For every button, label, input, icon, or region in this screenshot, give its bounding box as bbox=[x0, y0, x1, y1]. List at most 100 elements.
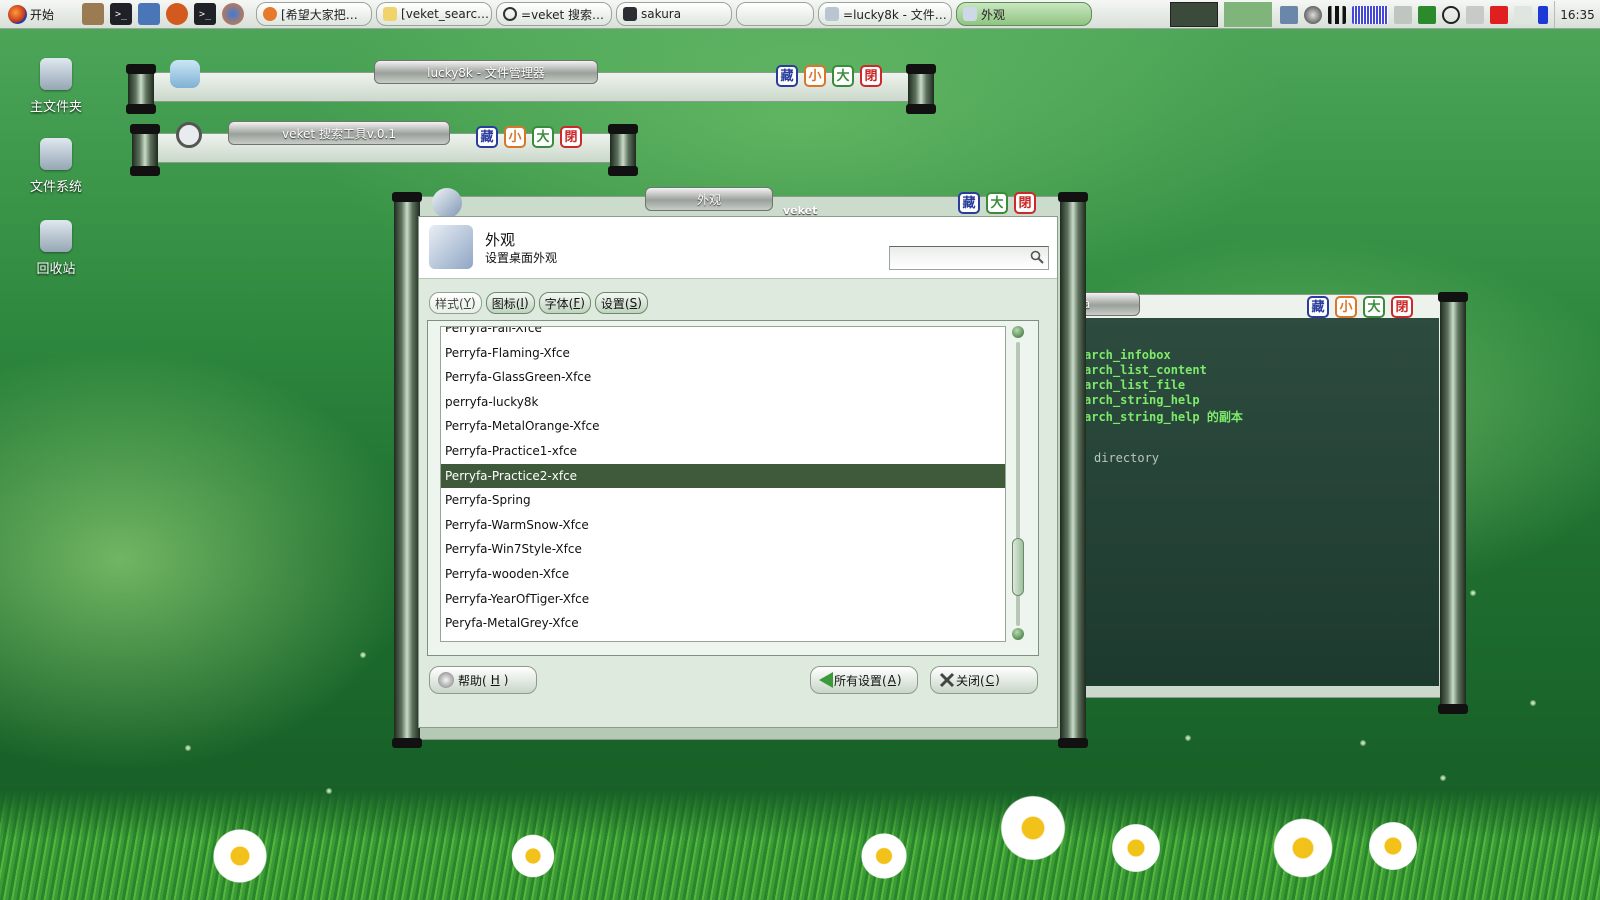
button-mnemonic: C bbox=[985, 673, 995, 687]
minimize-button[interactable]: 小 bbox=[504, 126, 526, 148]
shade-button[interactable]: 藏 bbox=[1307, 296, 1329, 318]
all-settings-button[interactable]: 所有设置(A) bbox=[810, 666, 918, 694]
button-mnemonic: A bbox=[887, 673, 896, 687]
task-untitled[interactable] bbox=[736, 2, 815, 26]
shade-button[interactable]: 藏 bbox=[776, 65, 798, 87]
flash-icon[interactable] bbox=[1490, 5, 1508, 24]
firefox-icon bbox=[263, 7, 278, 21]
task-forum-post[interactable]: [希望大家把… bbox=[256, 2, 373, 26]
sparkle bbox=[1440, 775, 1446, 781]
start-label: 开始 bbox=[30, 7, 55, 22]
theme-list-scrollbar[interactable] bbox=[1010, 326, 1026, 642]
maximize-button[interactable]: 大 bbox=[832, 65, 854, 87]
desktop-icon-filesystem[interactable]: 文件系统 bbox=[16, 138, 96, 195]
minimize-button[interactable]: 小 bbox=[804, 65, 826, 87]
terminal-output[interactable]: arch_infobox arch_list_content arch_list… bbox=[1084, 318, 1439, 686]
theme-list-item[interactable]: Peryfa-MetalGrey-Xfce bbox=[441, 611, 1005, 636]
start-button[interactable]: 开始 bbox=[2, 2, 60, 27]
keyboard-icon[interactable] bbox=[1394, 5, 1412, 24]
terminal-line: arch_string_help 的副本 bbox=[1084, 410, 1243, 424]
theme-list-item[interactable]: Perryfa-Flaming-Xfce bbox=[441, 341, 1005, 366]
screenshot-icon[interactable] bbox=[1280, 5, 1298, 24]
desktop-icon-home[interactable]: 主文件夹 bbox=[16, 58, 96, 115]
window-roller[interactable] bbox=[608, 124, 638, 176]
tab-settings[interactable]: 设置(S) bbox=[594, 292, 648, 314]
shade-button[interactable]: 藏 bbox=[476, 126, 498, 148]
theme-list-item[interactable]: Perryfa-MetalOrange-Xfce bbox=[441, 414, 1005, 439]
window-roller[interactable] bbox=[126, 64, 156, 114]
window-title[interactable]: veket 搜索工具v.0.1 bbox=[228, 121, 450, 145]
theme-list-item[interactable]: Perryfa-GlassGreen-Xfce bbox=[441, 365, 1005, 390]
theme-list-item[interactable]: perryfa-lucky8k bbox=[441, 390, 1005, 415]
close-button[interactable]: 閉 bbox=[860, 65, 882, 87]
settings-icon[interactable] bbox=[138, 3, 161, 25]
clock[interactable]: 16:35 bbox=[1554, 1, 1600, 28]
terminal-icon[interactable]: >_ bbox=[110, 3, 133, 25]
window-title[interactable]: 外观 bbox=[645, 187, 773, 211]
window-roller[interactable] bbox=[1438, 292, 1468, 714]
scroll-thumb[interactable] bbox=[1012, 538, 1024, 596]
network-signal-icon[interactable] bbox=[1328, 5, 1346, 24]
terminal-icon[interactable]: >_ bbox=[194, 3, 217, 25]
task-sakura[interactable]: sakura bbox=[616, 2, 733, 26]
sparkle bbox=[185, 745, 191, 751]
task-appearance[interactable]: 外观 bbox=[956, 2, 1093, 26]
tab-label: 样式( bbox=[435, 296, 464, 311]
theme-list-item[interactable]: Perryfa-Spring bbox=[441, 488, 1005, 513]
bluetooth-icon[interactable] bbox=[1538, 5, 1548, 24]
shade-button[interactable]: 藏 bbox=[958, 192, 980, 214]
theme-list-item[interactable]: Perryfa-YearOfTiger-Xfce bbox=[441, 587, 1005, 612]
maximize-button[interactable]: 大 bbox=[1363, 296, 1385, 318]
task-file-manager[interactable]: =lucky8k - 文件… bbox=[818, 2, 953, 26]
search-field[interactable] bbox=[889, 246, 1049, 270]
help-button[interactable]: 帮助(H) bbox=[429, 666, 537, 694]
maximize-button[interactable]: 大 bbox=[532, 126, 554, 148]
tab-icons[interactable]: 图标(I) bbox=[485, 292, 535, 314]
brush-icon[interactable] bbox=[82, 3, 105, 25]
desktop-icon-trash[interactable]: 回收站 bbox=[16, 220, 96, 277]
disc-icon[interactable] bbox=[1304, 5, 1322, 24]
volume-icon[interactable] bbox=[1514, 5, 1532, 24]
theme-list-item[interactable]: Redmond bbox=[441, 636, 1005, 642]
appearance-icon bbox=[432, 188, 462, 218]
theme-list-item[interactable]: Perryfa-Practice2-xfce bbox=[441, 463, 1005, 489]
battery-icon[interactable] bbox=[1418, 5, 1436, 24]
close-button[interactable]: 閉 bbox=[560, 126, 582, 148]
theme-list-item[interactable]: Perryfa-Fall-Xfce bbox=[441, 327, 1005, 341]
theme-list[interactable]: Perryfa-Fall-Xfce Perryfa-Flaming-Xfce Per… bbox=[440, 326, 1006, 642]
window-roller[interactable] bbox=[392, 192, 422, 748]
tab-bar: 样式(Y) 图标(I) 字体(F) 设置(S) bbox=[429, 292, 648, 314]
scroll-up-icon[interactable] bbox=[1012, 326, 1024, 338]
theme-list-item[interactable]: Perryfa-WarmSnow-Xfce bbox=[441, 513, 1005, 538]
workspace-pager[interactable] bbox=[1170, 2, 1218, 27]
maximize-button[interactable]: 大 bbox=[986, 192, 1008, 214]
terminal-line: arch_infobox bbox=[1084, 348, 1171, 362]
tab-label-end: ) bbox=[637, 296, 642, 310]
close-dialog-button[interactable]: 关闭(C) bbox=[930, 666, 1038, 694]
dialog-header: 外观 设置桌面外观 bbox=[419, 217, 1057, 279]
window-title[interactable]: lucky8k - 文件管理器 bbox=[374, 60, 598, 84]
help-icon bbox=[438, 672, 454, 688]
scroll-down-icon[interactable] bbox=[1012, 628, 1024, 640]
firefox-icon[interactable] bbox=[222, 3, 245, 25]
theme-list-item[interactable]: Perryfa-Win7Style-Xfce bbox=[441, 537, 1005, 562]
tab-style[interactable]: 样式(Y) bbox=[429, 292, 482, 314]
media-icon[interactable] bbox=[166, 3, 189, 25]
task-veket-search-file[interactable]: [veket_searc… bbox=[376, 2, 493, 26]
close-button[interactable]: 閉 bbox=[1391, 296, 1413, 318]
window-roller[interactable] bbox=[1058, 192, 1088, 748]
system-tray: 16:35 bbox=[1170, 0, 1600, 29]
pen-icon[interactable] bbox=[1466, 5, 1484, 24]
task-veket-search-tool[interactable]: =veket 搜索… bbox=[496, 2, 613, 26]
tab-fonts[interactable]: 字体(F) bbox=[538, 292, 591, 314]
power-icon[interactable] bbox=[1442, 5, 1460, 24]
workspace-pager-active[interactable] bbox=[1224, 2, 1272, 27]
minimize-button[interactable]: 小 bbox=[1335, 296, 1357, 318]
window-roller[interactable] bbox=[130, 124, 160, 176]
close-button[interactable]: 閉 bbox=[1014, 192, 1036, 214]
window-roller[interactable] bbox=[906, 64, 936, 114]
theme-list-item[interactable]: Perryfa-wooden-Xfce bbox=[441, 562, 1005, 587]
folder-icon bbox=[825, 7, 840, 21]
search-icon[interactable] bbox=[1030, 250, 1044, 264]
theme-list-item[interactable]: Perryfa-Practice1-xfce bbox=[441, 439, 1005, 464]
